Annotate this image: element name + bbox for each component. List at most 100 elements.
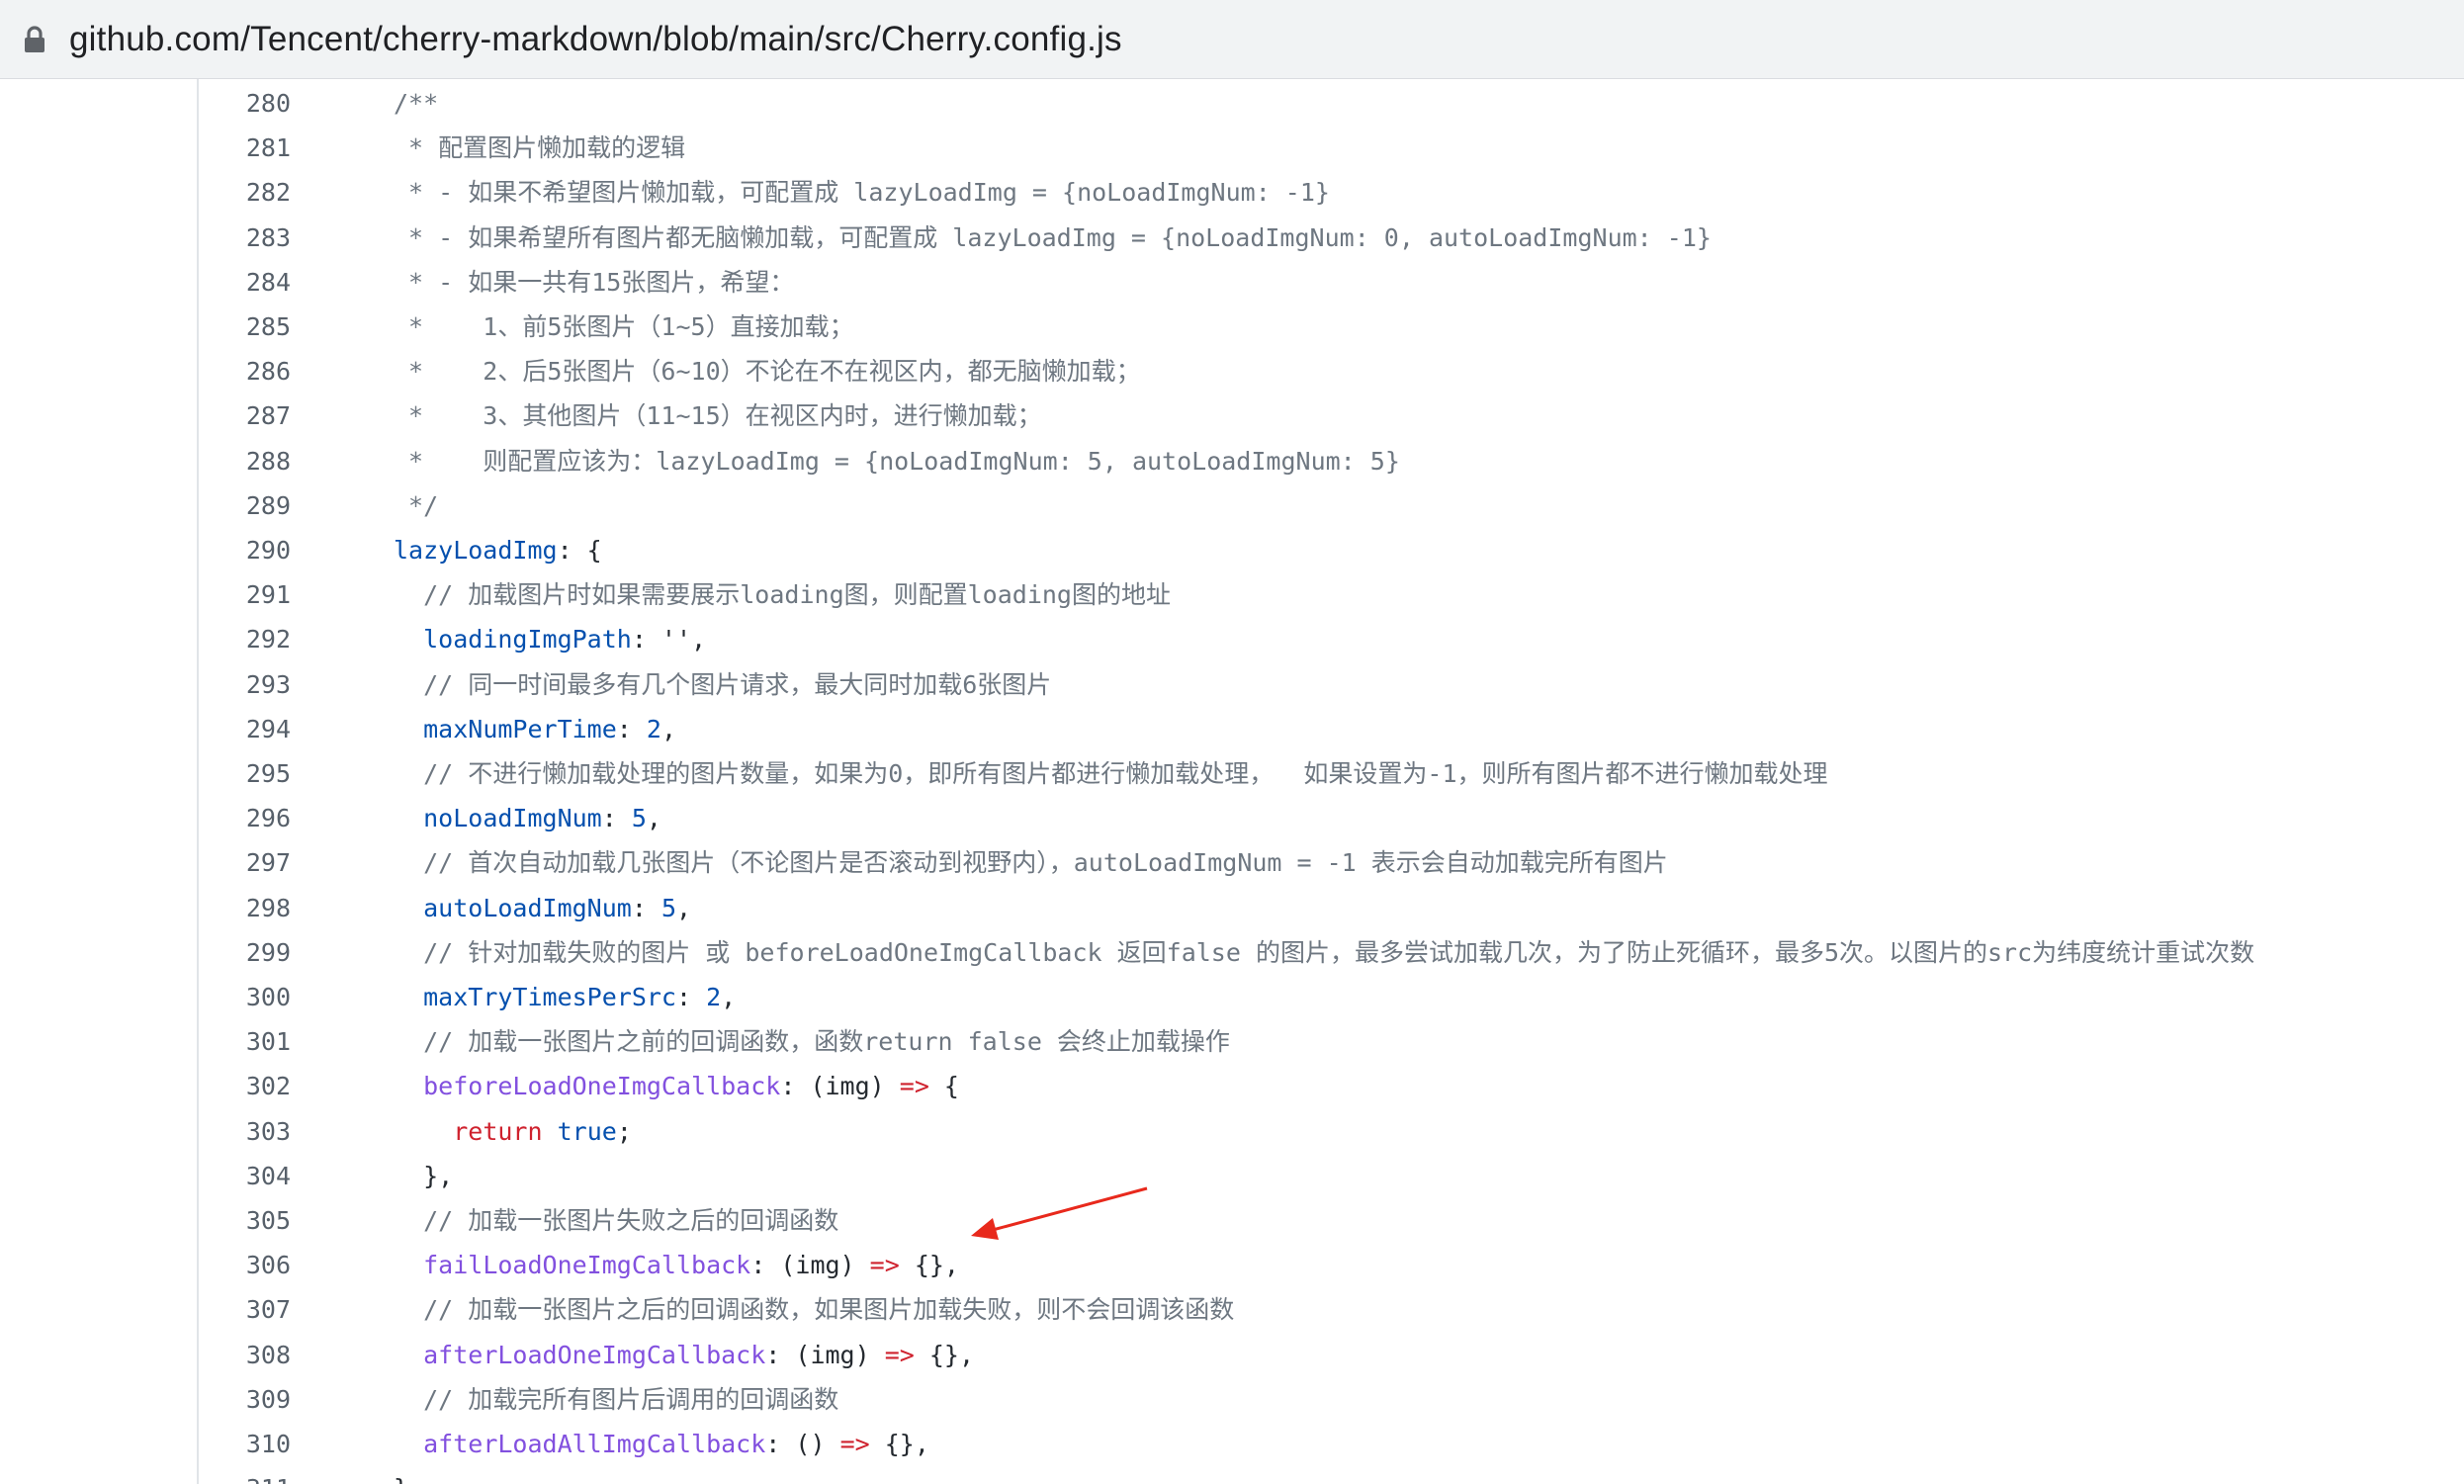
code-text: * 2、后5张图片（6~10）不论在不在视区内，都无脑懒加载；	[394, 349, 1141, 393]
line-number[interactable]: 283	[227, 216, 291, 260]
code-text: * 则配置应该为：lazyLoadImg = {noLoadImgNum: 5,…	[394, 439, 1400, 483]
line-number[interactable]: 307	[227, 1287, 291, 1332]
line-number[interactable]: 304	[227, 1154, 291, 1198]
code-token: },	[394, 1474, 423, 1484]
code-line: 288 * 则配置应该为：lazyLoadImg = {noLoadImgNum…	[0, 439, 2464, 483]
code-text: maxTryTimesPerSrc: 2,	[394, 975, 736, 1019]
code-line: 290 lazyLoadImg: {	[0, 528, 2464, 572]
line-number[interactable]: 303	[227, 1109, 291, 1154]
code-token: maxNumPerTime	[423, 714, 617, 743]
code-token: ,	[676, 893, 692, 922]
code-token: : (img)	[780, 1072, 900, 1101]
code-line: 286 * 2、后5张图片（6~10）不论在不在视区内，都无脑懒加载；	[0, 349, 2464, 393]
code-line: 303 return true;	[0, 1109, 2464, 1154]
code-text: },	[394, 1466, 423, 1484]
code-text: * - 如果一共有15张图片，希望：	[394, 260, 794, 305]
line-number[interactable]: 310	[227, 1422, 291, 1466]
line-number[interactable]: 281	[227, 126, 291, 170]
code-line: 293 // 同一时间最多有几个图片请求，最大同时加载6张图片	[0, 662, 2464, 707]
line-number[interactable]: 305	[227, 1198, 291, 1243]
code-token: maxTryTimesPerSrc	[423, 983, 676, 1011]
code-token: },	[394, 1161, 454, 1190]
line-number[interactable]: 299	[227, 930, 291, 975]
code-token: return	[453, 1116, 543, 1146]
code-text: autoLoadImgNum: 5,	[394, 886, 691, 930]
line-number[interactable]: 293	[227, 662, 291, 707]
code-text: failLoadOneImgCallback: (img) => {},	[394, 1243, 959, 1287]
code-token: // 不进行懒加载处理的图片数量，如果为0，即所有图片都进行懒加载处理， 如果设…	[394, 759, 1828, 788]
code-text: return true;	[394, 1109, 632, 1154]
code-text: noLoadImgNum: 5,	[394, 796, 661, 840]
code-line: 287 * 3、其他图片（11~15）在视区内时，进行懒加载；	[0, 393, 2464, 438]
code-token: // 加载一张图片失败之后的回调函数	[394, 1206, 839, 1235]
code-text: afterLoadAllImgCallback: () => {},	[394, 1422, 929, 1466]
code-token: // 加载一张图片之后的回调函数，如果图片加载失败，则不会回调该函数	[394, 1295, 1235, 1325]
code-token: ,	[721, 983, 737, 1011]
code-token: /**	[394, 89, 439, 118]
line-number[interactable]: 309	[227, 1377, 291, 1422]
code-token: * 则配置应该为：lazyLoadImg = {noLoadImgNum: 5,…	[394, 446, 1400, 476]
line-number[interactable]: 298	[227, 886, 291, 930]
line-number[interactable]: 311	[227, 1466, 291, 1484]
code-line: 296 noLoadImgNum: 5,	[0, 796, 2464, 840]
code-token: * - 如果希望所有图片都无脑懒加载，可配置成 lazyLoadImg = {n…	[394, 222, 1712, 252]
code-token: true	[557, 1116, 617, 1146]
code-line: 311},	[0, 1466, 2464, 1484]
line-number[interactable]: 286	[227, 349, 291, 393]
code-token: {	[928, 1072, 959, 1101]
code-token: : (img)	[765, 1340, 885, 1369]
line-number[interactable]: 308	[227, 1333, 291, 1377]
code-text: * 配置图片懒加载的逻辑	[394, 126, 685, 170]
line-number[interactable]: 289	[227, 483, 291, 528]
lock-icon[interactable]	[16, 21, 53, 58]
code-text: // 加载完所有图片后调用的回调函数	[394, 1377, 838, 1422]
code-line: 300 maxTryTimesPerSrc: 2,	[0, 975, 2464, 1019]
code-text: // 针对加载失败的图片 或 beforeLoadOneImgCallback …	[394, 930, 2254, 975]
address-bar[interactable]: github.com/Tencent/cherry-markdown/blob/…	[0, 0, 2464, 79]
code-line: 306 failLoadOneImgCallback: (img) => {},	[0, 1243, 2464, 1287]
code-token: // 针对加载失败的图片 或 beforeLoadOneImgCallback …	[394, 937, 2255, 967]
code-text: * 3、其他图片（11~15）在视区内时，进行懒加载；	[394, 393, 1042, 438]
line-number[interactable]: 296	[227, 796, 291, 840]
code-token: 2	[706, 983, 722, 1011]
url-text[interactable]: github.com/Tencent/cherry-markdown/blob/…	[69, 20, 1122, 59]
code-line: 308 afterLoadOneImgCallback: (img) => {}…	[0, 1333, 2464, 1377]
line-number[interactable]: 280	[227, 81, 291, 126]
line-number[interactable]: 287	[227, 393, 291, 438]
line-number[interactable]: 306	[227, 1243, 291, 1287]
code-line: 281 * 配置图片懒加载的逻辑	[0, 126, 2464, 170]
code-line: 280 /**	[0, 81, 2464, 126]
line-number[interactable]: 294	[227, 707, 291, 751]
line-number[interactable]: 297	[227, 840, 291, 885]
code-token: ,	[660, 714, 677, 743]
line-number[interactable]: 292	[227, 617, 291, 661]
code-token: lazyLoadImg	[394, 536, 558, 565]
line-number[interactable]: 291	[227, 572, 291, 617]
line-number[interactable]: 300	[227, 975, 291, 1019]
line-number[interactable]: 301	[227, 1019, 291, 1064]
code-text: // 加载一张图片之前的回调函数，函数return false 会终止加载操作	[394, 1019, 1230, 1064]
code-text: */	[394, 483, 438, 528]
code-line: 307 // 加载一张图片之后的回调函数，如果图片加载失败，则不会回调该函数	[0, 1287, 2464, 1332]
code-line: 295 // 不进行懒加载处理的图片数量，如果为0，即所有图片都进行懒加载处理，…	[0, 751, 2464, 796]
line-number[interactable]: 285	[227, 305, 291, 349]
code-token: // 加载一张图片之前的回调函数，函数return false 会终止加载操作	[394, 1027, 1230, 1057]
line-number[interactable]: 284	[227, 260, 291, 305]
line-number[interactable]: 290	[227, 528, 291, 572]
code-line: 299 // 针对加载失败的图片 或 beforeLoadOneImgCallb…	[0, 930, 2464, 975]
line-number[interactable]: 288	[227, 439, 291, 483]
code-token: */	[394, 490, 439, 520]
line-number[interactable]: 282	[227, 170, 291, 215]
code-token: :	[631, 893, 661, 922]
line-number[interactable]: 295	[227, 751, 291, 796]
code-token: =>	[899, 1072, 929, 1101]
line-number[interactable]: 302	[227, 1064, 291, 1108]
code-token: :	[616, 714, 647, 743]
code-viewer: 280/** 281 * 配置图片懒加载的逻辑 282 * - 如果不希望图片懒加载…	[0, 79, 2464, 1484]
code-line: 292 loadingImgPath: '',	[0, 617, 2464, 661]
code-token: // 首次自动加载几张图片（不论图片是否滚动到视野内），autoLoadImgN…	[394, 848, 1668, 878]
